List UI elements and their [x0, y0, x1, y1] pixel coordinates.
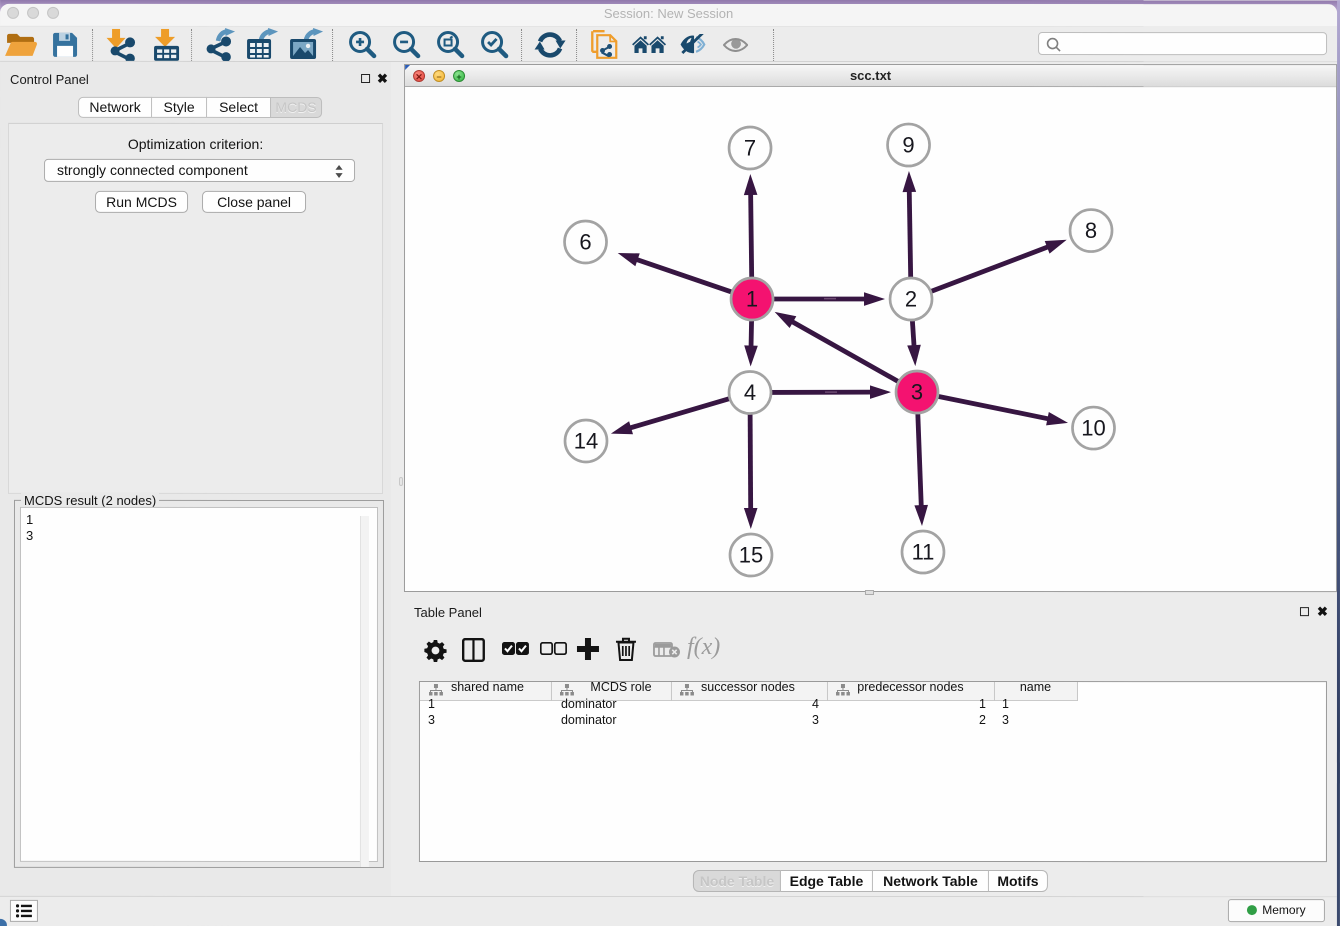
svg-text:7: 7 [744, 136, 756, 161]
svg-text:1: 1 [746, 287, 758, 312]
svg-text:9: 9 [902, 133, 914, 158]
svg-text:8: 8 [1085, 218, 1097, 243]
svg-text:6: 6 [579, 229, 591, 254]
svg-text:2: 2 [905, 287, 917, 312]
svg-text:4: 4 [744, 380, 756, 405]
svg-text:14: 14 [574, 428, 598, 453]
svg-text:11: 11 [912, 540, 935, 565]
svg-text:3: 3 [911, 380, 923, 405]
svg-text:10: 10 [1081, 416, 1105, 441]
svg-text:15: 15 [739, 543, 763, 568]
